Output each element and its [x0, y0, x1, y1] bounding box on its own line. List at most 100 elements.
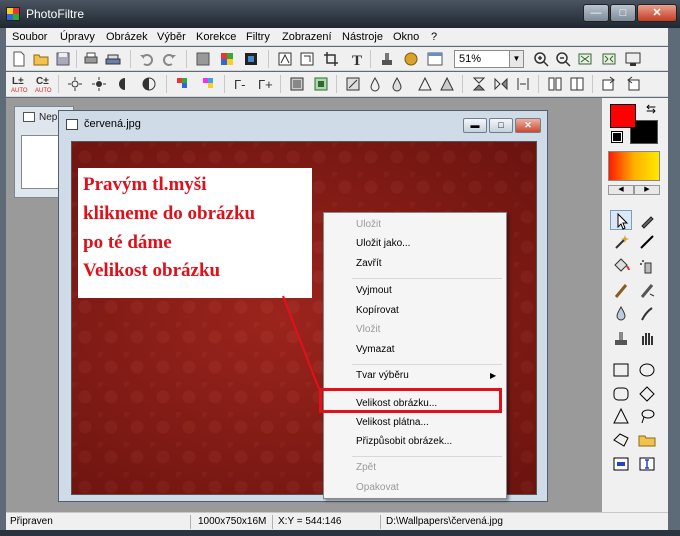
rounded-rect-icon[interactable] [610, 384, 632, 404]
ctx-item-clear[interactable]: Vymazat [356, 344, 395, 355]
reset-colors-icon[interactable] [611, 131, 623, 143]
resize-icon[interactable] [298, 50, 316, 68]
rotate-right-icon[interactable] [624, 75, 642, 93]
palette-colors-icon[interactable] [218, 50, 236, 68]
clone-stamp-icon[interactable] [610, 328, 632, 348]
water-drop-2-icon[interactable] [388, 75, 406, 93]
menu-obrazek[interactable]: Obrázek [106, 31, 148, 43]
diamond-icon[interactable] [636, 384, 658, 404]
document-maximize-button[interactable]: □ [489, 118, 513, 133]
scan-icon[interactable] [104, 50, 122, 68]
split-icon[interactable] [546, 75, 564, 93]
brightness-plus-icon[interactable] [90, 75, 108, 93]
save-icon[interactable] [54, 50, 72, 68]
sharpen-icon[interactable] [312, 75, 330, 93]
saturation-minus-icon[interactable] [174, 75, 192, 93]
crop-icon[interactable] [322, 50, 340, 68]
emboss-icon[interactable] [344, 75, 362, 93]
new-file-icon[interactable] [10, 50, 28, 68]
menu-okno[interactable]: Okno [393, 31, 419, 43]
menu-nastroje[interactable]: Nástroje [342, 31, 383, 43]
ctx-item-save-as[interactable]: Uložit jako... [356, 238, 410, 249]
fit-screen-icon[interactable] [600, 50, 618, 68]
contrast-plus-icon[interactable] [140, 75, 158, 93]
fullscreen-icon[interactable] [624, 50, 642, 68]
zoom-in-icon[interactable] [532, 50, 550, 68]
saturation-plus-icon[interactable] [200, 75, 218, 93]
blur-drop-icon[interactable] [610, 304, 632, 324]
grayscale-icon[interactable] [194, 50, 212, 68]
foreground-color-swatch-front[interactable] [610, 104, 636, 128]
ctx-item-fit-image[interactable]: Přizpůsobit obrázek... [356, 436, 452, 447]
auto-contrast-icon[interactable]: C± AUTO [34, 75, 52, 93]
text-tool-icon[interactable]: T [348, 50, 366, 68]
transparency-icon[interactable] [276, 50, 294, 68]
document-close-button[interactable]: ✕ [515, 118, 541, 133]
menu-soubor[interactable]: Soubor [12, 31, 47, 43]
spray-icon[interactable] [636, 256, 658, 276]
menu-upravy[interactable]: Úpravy [60, 31, 95, 43]
plugin-icon[interactable] [402, 50, 420, 68]
undo-icon[interactable] [138, 50, 156, 68]
columns-icon[interactable] [568, 75, 586, 93]
triangle-filled-icon[interactable] [438, 75, 456, 93]
flip-vertical-icon[interactable] [470, 75, 488, 93]
pointer-icon[interactable] [610, 210, 632, 230]
text-cursor-icon[interactable] [636, 454, 658, 474]
ctx-item-copy[interactable]: Kopírovat [356, 305, 399, 316]
blur-icon[interactable] [288, 75, 306, 93]
contrast-minus-icon[interactable] [116, 75, 134, 93]
selection-rect-icon[interactable] [610, 454, 632, 474]
gradient-preview[interactable] [608, 151, 660, 181]
triangle-icon[interactable] [610, 406, 632, 426]
zoom-select[interactable]: 51% ▼ [454, 50, 524, 68]
image-mode-icon[interactable] [242, 50, 260, 68]
ctx-item-selection-shape[interactable]: Tvar výběru [356, 370, 409, 381]
chevron-down-icon[interactable]: ▼ [509, 51, 523, 67]
flip-horizontal-icon[interactable] [492, 75, 510, 93]
lasso-icon[interactable] [636, 406, 658, 426]
smudge-icon[interactable] [636, 304, 658, 324]
document-minimize-button[interactable]: ▬ [463, 118, 487, 133]
gradient-left-button[interactable]: ◀ [608, 185, 634, 195]
open-folder-icon[interactable] [636, 430, 658, 450]
ctx-item-close[interactable]: Zavřít [356, 258, 382, 269]
swap-colors-icon[interactable]: ⇆ [646, 102, 656, 116]
rectangle-icon[interactable] [610, 360, 632, 380]
stamp-icon[interactable] [378, 50, 396, 68]
ctx-item-cut[interactable]: Vyjmout [356, 285, 392, 296]
brush-icon[interactable] [610, 280, 632, 300]
minimize-button[interactable]: — [583, 4, 609, 22]
menu-help[interactable]: ? [431, 31, 437, 43]
triangle-filter-icon[interactable] [416, 75, 434, 93]
menu-zobrazeni[interactable]: Zobrazení [282, 31, 332, 43]
brightness-minus-icon[interactable] [66, 75, 84, 93]
gamma-minus-icon[interactable]: Γ- [232, 75, 250, 93]
maximize-button[interactable]: □ [610, 4, 636, 22]
menu-filtry[interactable]: Filtry [246, 31, 270, 43]
polygon-lasso-icon[interactable] [610, 430, 632, 450]
water-drop-icon[interactable] [366, 75, 384, 93]
gradient-right-button[interactable]: ▶ [634, 185, 660, 195]
rotate-left-icon[interactable] [600, 75, 618, 93]
line-icon[interactable] [636, 232, 658, 252]
redo-icon[interactable] [160, 50, 178, 68]
magic-wand-icon[interactable] [610, 232, 632, 252]
actual-size-icon[interactable] [576, 50, 594, 68]
window-icon[interactable] [426, 50, 444, 68]
hand-icon[interactable] [636, 328, 658, 348]
mirror-icon[interactable] [514, 75, 532, 93]
ellipse-icon[interactable] [636, 360, 658, 380]
open-file-icon[interactable] [32, 50, 50, 68]
advanced-brush-icon[interactable] [636, 280, 658, 300]
menu-vyber[interactable]: Výběr [157, 31, 186, 43]
menu-korekce[interactable]: Korekce [196, 31, 236, 43]
fill-bucket-icon[interactable] [610, 256, 632, 276]
auto-levels-icon[interactable]: L± AUTO [10, 75, 28, 93]
gamma-plus-icon[interactable]: Γ+ [256, 75, 274, 93]
ctx-item-canvas-size[interactable]: Velikost plátna... [356, 417, 429, 428]
close-button[interactable]: ✕ [637, 4, 677, 22]
eyedropper-icon[interactable] [636, 210, 658, 230]
zoom-out-icon[interactable] [554, 50, 572, 68]
print-icon[interactable] [82, 50, 100, 68]
